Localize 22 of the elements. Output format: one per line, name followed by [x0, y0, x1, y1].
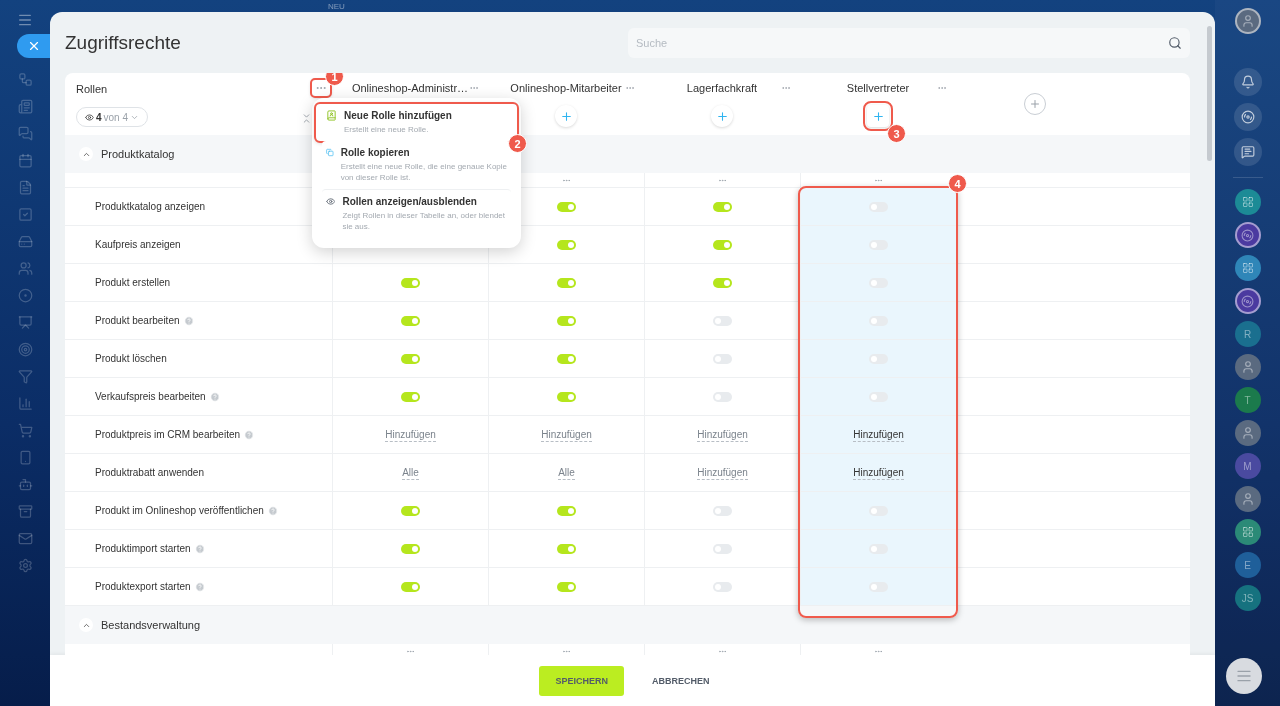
permission-label: Produkt löschen [95, 353, 167, 364]
permission-label: Produktkatalog anzeigen [95, 201, 206, 212]
permission-label: Produktimport starten [95, 543, 191, 554]
page-title: Zugriffsrechte [65, 31, 181, 54]
permission-label: Produktpreis im CRM bearbeiten [95, 429, 241, 440]
role-name: Stellvertreter [846, 82, 910, 94]
role-name: Onlineshop-Mitarbeiter [510, 82, 622, 94]
permission-label: Produktrabatt anwenden [95, 467, 204, 478]
permission-label: Kaufpreis anzeigen [95, 239, 181, 250]
step-badge: 1 [325, 73, 344, 86]
section-title: Bestandsverwaltung [101, 619, 201, 631]
role-name: Onlineshop-Administr… [351, 82, 469, 94]
step-badge: 4 [948, 174, 967, 193]
permission-label: Produkt bearbeiten [95, 315, 180, 326]
role-name: Lagerfachkraft [686, 82, 758, 94]
permission-label: Produkt erstellen [95, 277, 171, 288]
permission-label: Produktexport starten [95, 581, 191, 592]
new-label: NEU [328, 2, 345, 11]
permission-label: Verkaufspreis bearbeiten [95, 391, 206, 402]
roles-label: Rollen [76, 83, 108, 95]
section-title: Produktkatalog [101, 148, 175, 160]
permission-label: Produkt im Onlineshop veröffentlichen [95, 505, 264, 516]
